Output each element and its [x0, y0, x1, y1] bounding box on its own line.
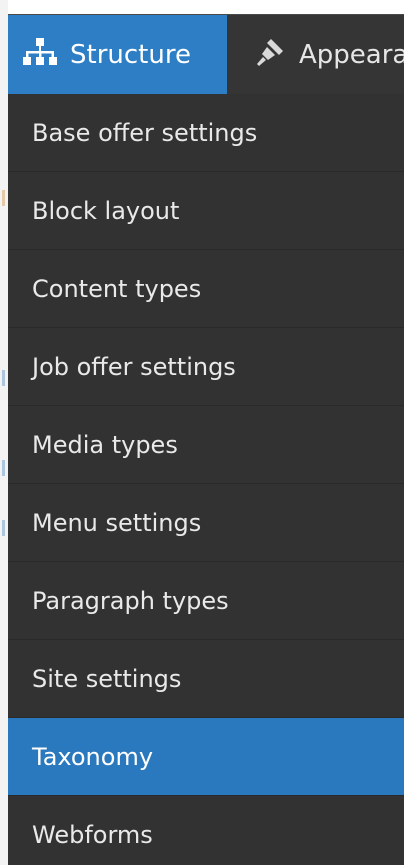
- menu-item-label: Paragraph types: [32, 586, 229, 615]
- menu-item-label: Job offer settings: [32, 352, 236, 381]
- tab-structure-label: Structure: [70, 40, 191, 70]
- menu-item-label: Block layout: [32, 196, 180, 225]
- menu-item-label: Base offer settings: [32, 118, 258, 147]
- admin-toolbar-tray: Structure Appearar: [8, 14, 404, 95]
- page-content-edge: [0, 0, 8, 865]
- tab-appearance[interactable]: Appearar: [227, 15, 404, 95]
- tab-appearance-label: Appearar: [299, 40, 404, 70]
- page-edge-mark: [2, 520, 5, 536]
- page-edge-mark: [2, 190, 5, 206]
- admin-toolbar-page: Structure Appearar Base offer settings B…: [0, 0, 404, 865]
- menu-item-label: Taxonomy: [32, 742, 154, 771]
- paintbrush-icon: [255, 37, 299, 74]
- menu-item-base-offer-settings[interactable]: Base offer settings: [8, 94, 404, 172]
- page-edge-mark: [2, 370, 5, 386]
- menu-item-menu-settings[interactable]: Menu settings: [8, 484, 404, 562]
- tab-structure[interactable]: Structure: [8, 15, 227, 95]
- menu-item-label: Menu settings: [32, 508, 202, 537]
- menu-item-label: Webforms: [32, 820, 153, 849]
- menu-item-label: Content types: [32, 274, 202, 303]
- menu-item-paragraph-types[interactable]: Paragraph types: [8, 562, 404, 640]
- menu-item-site-settings[interactable]: Site settings: [8, 640, 404, 718]
- menu-item-webforms[interactable]: Webforms: [8, 796, 404, 865]
- menu-item-label: Site settings: [32, 664, 182, 693]
- page-edge-mark: [2, 460, 5, 476]
- menu-item-block-layout[interactable]: Block layout: [8, 172, 404, 250]
- menu-item-taxonomy[interactable]: Taxonomy: [8, 718, 404, 796]
- sitemap-icon: [22, 37, 70, 74]
- menu-item-job-offer-settings[interactable]: Job offer settings: [8, 328, 404, 406]
- structure-menu: Base offer settings Block layout Content…: [8, 94, 404, 865]
- menu-item-media-types[interactable]: Media types: [8, 406, 404, 484]
- menu-item-content-types[interactable]: Content types: [8, 250, 404, 328]
- menu-item-label: Media types: [32, 430, 178, 459]
